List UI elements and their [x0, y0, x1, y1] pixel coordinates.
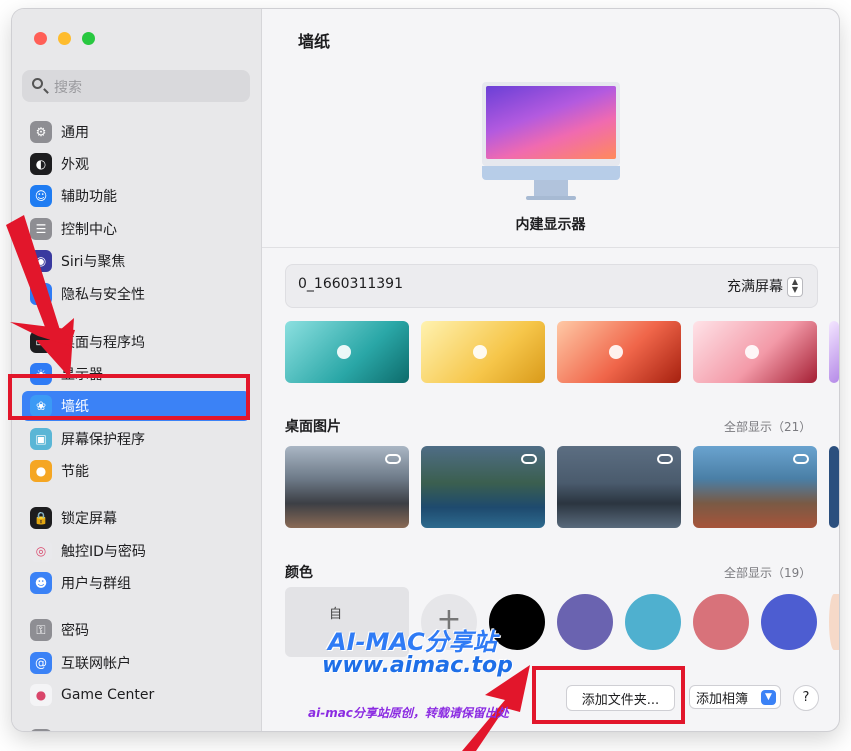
- arrow-sidebar: [6, 215, 74, 378]
- watermark-title: AI-MAC分享站: [328, 628, 497, 656]
- watermark-url: www.aimac.top: [322, 653, 513, 678]
- watermark-notice: ai-mac分享站原创，转载请保留出处: [308, 706, 509, 720]
